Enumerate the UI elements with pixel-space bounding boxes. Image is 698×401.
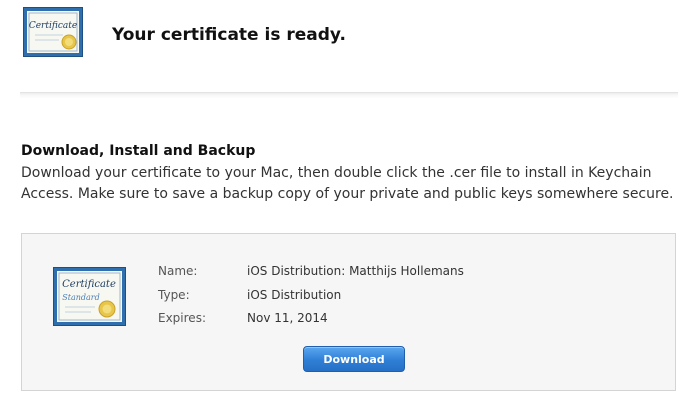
expires-label: Expires: [158, 311, 206, 325]
expires-value: Nov 11, 2014 [247, 311, 328, 325]
download-button[interactable]: Download [303, 346, 405, 372]
section-description: Download your certificate to your Mac, t… [21, 165, 674, 202]
section-heading: Download, Install and Backup [21, 143, 256, 159]
svg-text:Certificate: Certificate [62, 279, 116, 290]
certificate-card: Certificate Standard Name: iOS Distribut… [21, 233, 676, 391]
type-label: Type: [158, 288, 190, 302]
page-title: Your certificate is ready. [112, 25, 346, 45]
certificate-standard-icon: Certificate Standard [53, 267, 126, 326]
certificate-ready-page: Certificate Your certificate is ready. D… [0, 0, 698, 401]
name-value: iOS Distribution: Matthijs Hollemans [247, 264, 464, 278]
divider [20, 92, 678, 98]
name-label: Name: [158, 264, 198, 278]
type-value: iOS Distribution [247, 288, 342, 302]
svg-text:Standard: Standard [62, 293, 99, 302]
certificate-icon: Certificate [23, 7, 83, 57]
svg-text:Certificate: Certificate [29, 21, 77, 31]
